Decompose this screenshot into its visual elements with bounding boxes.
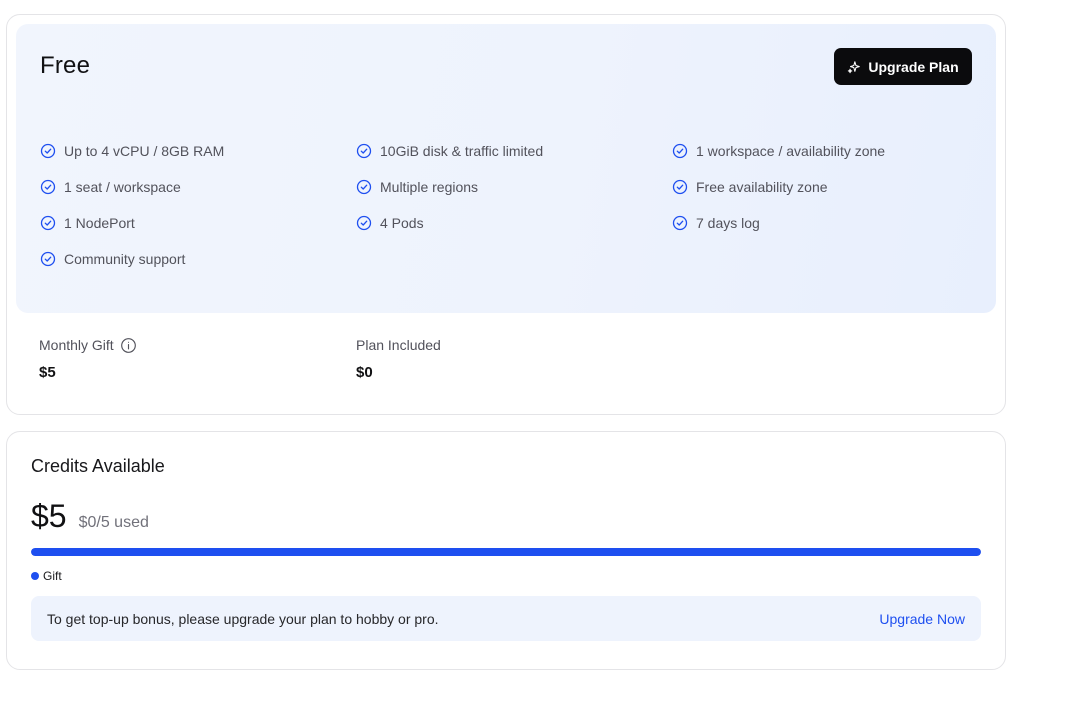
check-circle-icon <box>40 179 56 195</box>
plan-included-value: $0 <box>356 364 373 381</box>
info-icon[interactable] <box>120 337 137 354</box>
monthly-gift-stat: Monthly Gift $5 <box>39 336 137 381</box>
feature-item: Free availability zone <box>672 178 980 196</box>
feature-label: Free availability zone <box>696 179 828 195</box>
feature-label: 7 days log <box>696 215 760 231</box>
feature-item: Community support <box>40 250 356 268</box>
monthly-gift-value: $5 <box>39 364 56 381</box>
plan-name: Free <box>40 52 91 79</box>
feature-label: Community support <box>64 251 186 267</box>
feature-label: 1 NodePort <box>64 215 135 231</box>
check-circle-icon <box>40 143 56 159</box>
credits-title: Credits Available <box>31 456 165 476</box>
feature-item: 1 NodePort <box>40 214 356 232</box>
check-circle-icon <box>356 143 372 159</box>
upgrade-plan-label: Upgrade Plan <box>868 58 959 75</box>
feature-item: 7 days log <box>672 214 980 232</box>
check-circle-icon <box>356 215 372 231</box>
feature-label: Up to 4 vCPU / 8GB RAM <box>64 143 225 159</box>
monthly-gift-label-row: Monthly Gift <box>39 336 137 354</box>
feature-item: Up to 4 vCPU / 8GB RAM <box>40 142 356 160</box>
credits-amount-row: $5 $0/5 used <box>31 498 149 535</box>
credits-progress-bar <box>31 548 981 556</box>
feature-label: 1 seat / workspace <box>64 179 181 195</box>
upgrade-now-link[interactable]: Upgrade Now <box>879 611 965 627</box>
feature-label: 10GiB disk & traffic limited <box>380 143 544 159</box>
bonus-banner: To get top-up bonus, please upgrade your… <box>31 596 981 641</box>
plan-included-label: Plan Included <box>356 337 441 353</box>
bonus-text: To get top-up bonus, please upgrade your… <box>47 610 439 627</box>
plan-card: Free Upgrade Plan Up to 4 vCPU / 8GB RAM… <box>6 14 1006 415</box>
feature-label: 4 Pods <box>380 215 424 231</box>
feature-item: 4 Pods <box>356 214 672 232</box>
credits-legend: Gift <box>31 569 62 583</box>
credits-card: Credits Available $5 $0/5 used Gift To g… <box>6 431 1006 670</box>
plan-hero: Free Upgrade Plan Up to 4 vCPU / 8GB RAM… <box>16 24 996 313</box>
monthly-gift-label: Monthly Gift <box>39 337 114 353</box>
credits-used: $0/5 used <box>78 514 149 531</box>
check-circle-icon <box>672 179 688 195</box>
feature-label: Multiple regions <box>380 179 479 195</box>
legend-label: Gift <box>43 569 62 583</box>
check-circle-icon <box>40 215 56 231</box>
credits-progress-fill <box>31 548 981 556</box>
feature-item: 1 seat / workspace <box>40 178 356 196</box>
check-circle-icon <box>40 251 56 267</box>
feature-item: 10GiB disk & traffic limited <box>356 142 672 160</box>
credits-amount: $5 <box>31 498 67 534</box>
sparkle-icon <box>848 60 861 73</box>
check-circle-icon <box>672 143 688 159</box>
feature-item: Multiple regions <box>356 178 672 196</box>
upgrade-plan-button[interactable]: Upgrade Plan <box>834 48 972 85</box>
feature-item: 1 workspace / availability zone <box>672 142 980 160</box>
check-circle-icon <box>356 179 372 195</box>
feature-label: 1 workspace / availability zone <box>696 143 886 159</box>
plan-included-stat: Plan Included $0 <box>356 336 441 381</box>
feature-list: Up to 4 vCPU / 8GB RAM 10GiB disk & traf… <box>40 142 980 268</box>
check-circle-icon <box>672 215 688 231</box>
legend-dot <box>31 572 39 580</box>
